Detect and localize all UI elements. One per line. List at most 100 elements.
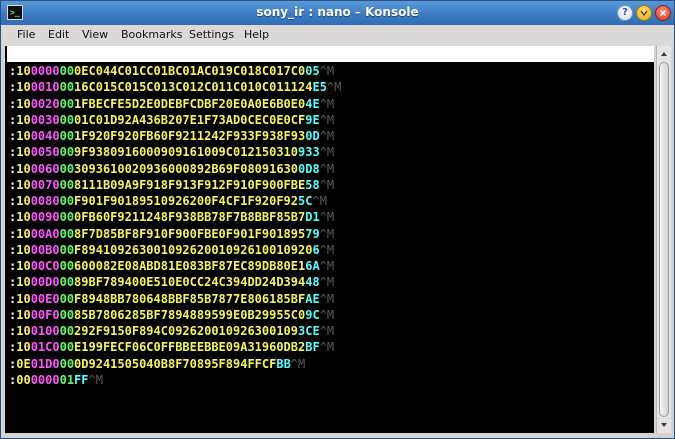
- hex-checksum: 5C: [298, 194, 313, 208]
- hex-line: :100060003093610020936000892B69F08091630…: [9, 161, 341, 177]
- hex-file-content[interactable]: :100000000EC044C01CC01BC01AC019C018C017C…: [9, 63, 341, 388]
- hex-address: 0010: [30, 80, 60, 95]
- hex-checksum: 6: [312, 242, 320, 257]
- menu-view[interactable]: View: [82, 28, 108, 41]
- hex-byte-count: 10: [16, 307, 31, 322]
- hex-record-type: 00: [59, 129, 75, 143]
- hex-address: 0070: [30, 177, 60, 192]
- hex-data: E199FECF06C0FFBBEEBBE09A31960DB2: [74, 340, 306, 355]
- hex-record-type: 00: [59, 275, 75, 290]
- hex-record-type: 00: [59, 64, 75, 78]
- hex-address: 00F0: [30, 307, 60, 322]
- title-bar[interactable]: >_ sony_ir : nano – Konsole ?: [1, 1, 674, 25]
- carriage-return-marker: ^M: [319, 324, 335, 338]
- hex-data: 0D9241505040B8F70895F894FFCF: [74, 356, 277, 371]
- vertical-scrollbar[interactable]: [656, 46, 671, 433]
- hex-data: F901F90189510926200F4CF1F920F92: [74, 194, 299, 208]
- hex-address: 0050: [30, 145, 60, 160]
- hex-record-type: 00: [59, 226, 75, 241]
- hex-record-type: 00: [59, 177, 75, 192]
- hex-data: F89410926300109262001092610010920: [74, 242, 313, 257]
- hex-record-type: 00: [59, 194, 75, 208]
- hex-line: :1000300001C01D92A436B207E1F73AD0CEC0E0C…: [9, 112, 341, 128]
- close-icon[interactable]: [655, 5, 671, 21]
- hex-line: :10010000292F9150F894C092620010926300109…: [9, 323, 341, 339]
- hex-line: :1000D00089BF789400E510E0CC24C394DD24D39…: [9, 274, 341, 290]
- hex-line: :10008000F901F90189510926200F4CF1F920F92…: [9, 193, 341, 209]
- hex-address: 0000: [30, 64, 60, 78]
- nano-title-bar: GNU nano 2.7.1 File: sony_ir.hex: [7, 46, 654, 93]
- hex-address: 0000: [30, 372, 60, 387]
- hex-checksum: D1: [305, 210, 320, 225]
- menu-settings[interactable]: Settings: [189, 28, 234, 41]
- carriage-return-marker: ^M: [319, 226, 335, 241]
- carriage-return-marker: ^M: [88, 372, 103, 387]
- konsole-window: >_ sony_ir : nano – Konsole ? File Edit …: [0, 0, 675, 439]
- menu-bookmarks[interactable]: Bookmarks: [121, 28, 182, 41]
- hex-checksum: 4E: [305, 96, 320, 111]
- terminal-area[interactable]: GNU nano 2.7.1 File: sony_ir.hex :100000…: [5, 46, 654, 433]
- minimize-icon[interactable]: [636, 5, 652, 21]
- menu-edit[interactable]: Edit: [48, 28, 69, 41]
- scroll-up-arrow-icon[interactable]: [659, 49, 669, 59]
- carriage-return-marker: ^M: [319, 259, 335, 273]
- hex-byte-count: 00: [16, 372, 31, 387]
- hex-data: 3093610020936000892B69F08091630: [74, 161, 299, 176]
- scroll-thumb[interactable]: [659, 62, 669, 417]
- carriage-return-marker: ^M: [319, 291, 335, 306]
- hex-record-type: 00: [59, 161, 75, 176]
- hex-record-type: 00: [59, 340, 75, 355]
- hex-checksum: BF: [305, 340, 320, 355]
- carriage-return-marker: ^M: [319, 210, 335, 225]
- hex-line: :00000001FF^M: [9, 372, 341, 388]
- carriage-return-marker: ^M: [290, 356, 306, 371]
- hex-byte-count: 10: [16, 210, 31, 225]
- hex-checksum: 933: [298, 145, 320, 160]
- hex-checksum: 6A: [305, 259, 320, 273]
- hex-byte-count: 10: [16, 324, 31, 338]
- hex-data: 16C015C015C013C012C011C010C011124: [74, 80, 313, 95]
- window-title: sony_ir : nano – Konsole: [256, 5, 419, 19]
- hex-data: 1F920F920FB60F9211242F933F938F93: [74, 129, 306, 143]
- hex-address: 0100: [30, 324, 60, 338]
- carriage-return-marker: ^M: [319, 161, 335, 176]
- hex-address: 00D0: [30, 275, 60, 290]
- hex-line: :100020001FBECFE5D2E0DEBFCDBF20E0A0E6B0E…: [9, 96, 341, 112]
- hex-line: :100040001F920F920FB60F9211242F933F938F9…: [9, 128, 341, 144]
- menu-help[interactable]: Help: [244, 28, 269, 41]
- hex-record-type: 00: [59, 145, 75, 160]
- hex-line: :100000000EC044C01CC01BC01AC019C018C017C…: [9, 63, 341, 79]
- hex-address: 0080: [30, 194, 60, 208]
- hex-checksum: 9E: [305, 112, 320, 127]
- hex-record-type: 00: [59, 210, 75, 225]
- scroll-down-arrow-icon[interactable]: [659, 420, 669, 430]
- help-icon[interactable]: ?: [617, 5, 633, 21]
- hex-line: :1000E000F8948BB780648BBF85B7877E806185B…: [9, 291, 341, 307]
- hex-byte-count: 10: [16, 177, 31, 192]
- carriage-return-marker: ^M: [319, 112, 335, 127]
- hex-checksum: 9C: [305, 307, 320, 322]
- carriage-return-marker: ^M: [319, 129, 335, 143]
- hex-checksum: 58: [305, 177, 320, 192]
- hex-checksum: 0D8: [298, 161, 320, 176]
- hex-line: :100070008111B09A9F918F913F912F910F900FB…: [9, 177, 341, 193]
- carriage-return-marker: ^M: [319, 340, 335, 355]
- hex-byte-count: 10: [16, 242, 31, 257]
- hex-byte-count: 10: [16, 96, 31, 111]
- hex-byte-count: 10: [16, 226, 31, 241]
- carriage-return-marker: ^M: [319, 242, 335, 257]
- hex-line: :1000A0008F7D85BF8F910F900FBE0F901F90189…: [9, 226, 341, 242]
- hex-checksum: AE: [305, 291, 320, 306]
- hex-byte-count: 0E: [16, 356, 31, 371]
- menu-file[interactable]: File: [17, 28, 35, 41]
- hex-record-type: 00: [59, 242, 75, 257]
- hex-record-type: 00: [59, 291, 75, 306]
- hex-byte-count: 10: [16, 340, 31, 355]
- hex-address: 00E0: [30, 291, 60, 306]
- hex-record-type: 00: [59, 307, 75, 322]
- hex-data: 8111B09A9F918F913F912F910F900FBE: [74, 177, 306, 192]
- carriage-return-marker: ^M: [312, 194, 327, 208]
- hex-record-type: 01: [59, 372, 75, 387]
- hex-byte-count: 10: [16, 259, 31, 273]
- hex-line: :1000F00085B7806285BF7894889599E0B29955C…: [9, 307, 341, 323]
